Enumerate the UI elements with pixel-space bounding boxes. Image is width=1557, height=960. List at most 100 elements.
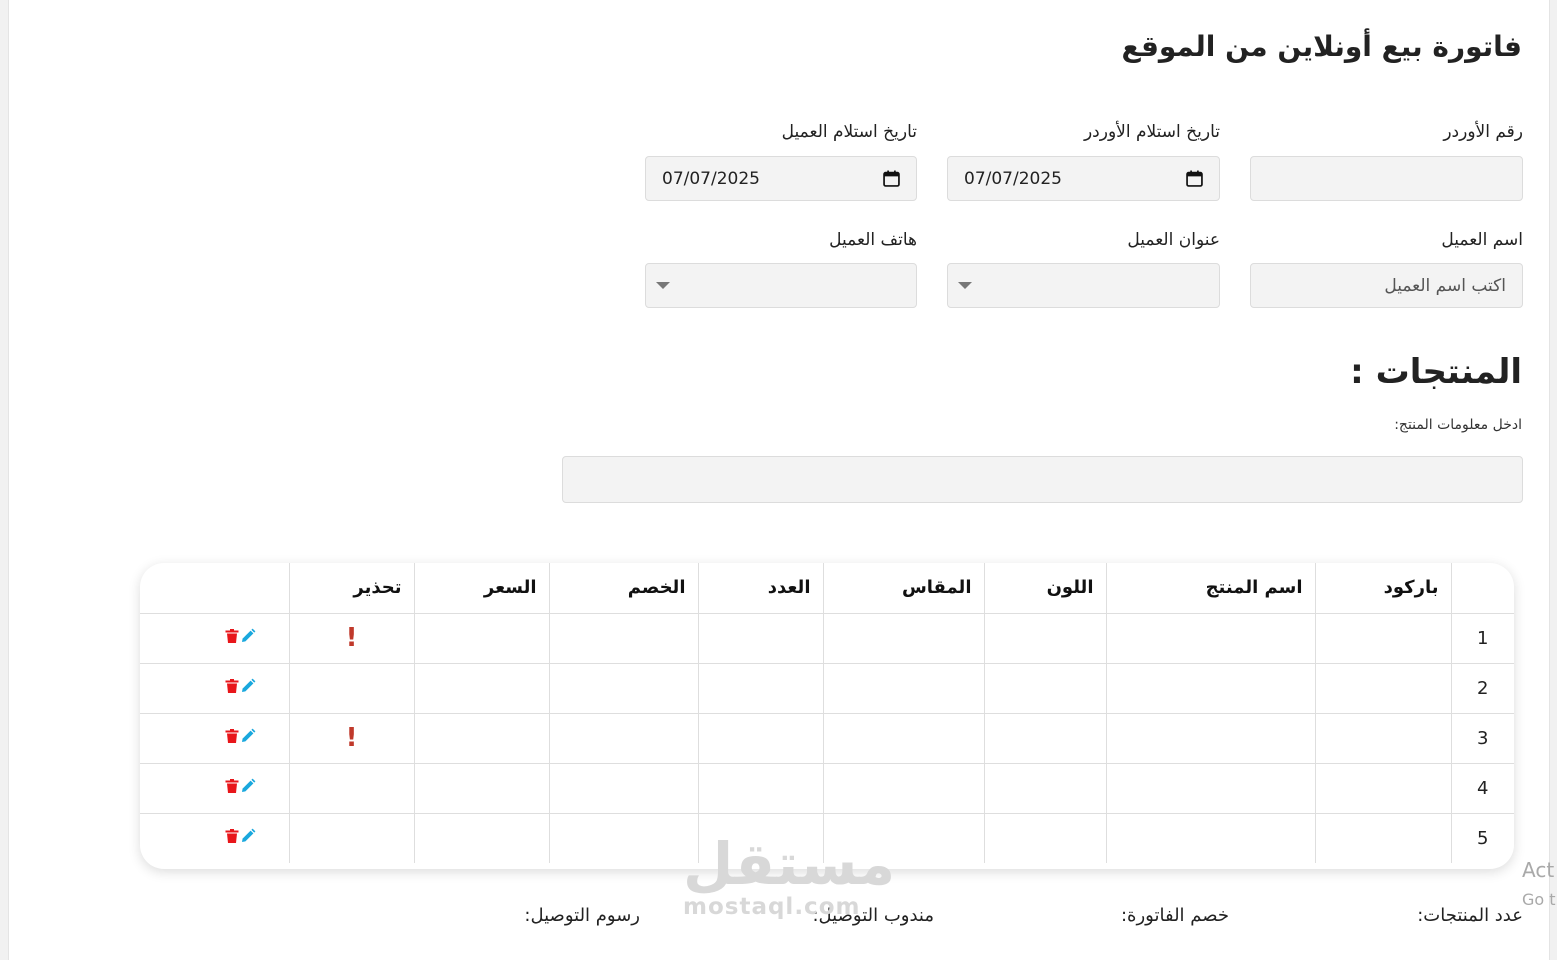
color-cell[interactable] xyxy=(983,712,1107,764)
edit-icon[interactable] xyxy=(240,778,256,799)
barcode-cell[interactable] xyxy=(1314,762,1452,814)
warning-icon: ! xyxy=(345,723,358,753)
color-cell[interactable] xyxy=(983,812,1107,863)
customer-name-label: اسم العميل xyxy=(1441,230,1523,250)
color-cell[interactable] xyxy=(983,612,1107,664)
actions-cell xyxy=(140,662,290,714)
quantity-cell[interactable] xyxy=(697,612,824,664)
price-cell[interactable] xyxy=(413,662,550,714)
product-name-cell[interactable] xyxy=(1105,612,1316,664)
order-number-label: رقم الأوردر xyxy=(1443,122,1523,142)
header-size: المقاس xyxy=(822,563,985,614)
row-index: 1 xyxy=(1450,612,1514,664)
delete-icon[interactable] xyxy=(224,778,240,799)
discount-cell[interactable] xyxy=(548,612,699,664)
row-index: 3 xyxy=(1450,712,1514,764)
header-product-name: اسم المنتج xyxy=(1105,563,1316,614)
delete-icon[interactable] xyxy=(224,728,240,749)
mostaql-watermark: مستقل mostaql.com xyxy=(683,832,895,920)
customer-name-field xyxy=(1250,263,1523,308)
table-row: 4 xyxy=(140,762,1514,814)
discount-cell[interactable] xyxy=(548,812,699,863)
header-discount: الخصم xyxy=(548,563,699,614)
delete-icon[interactable] xyxy=(224,678,240,699)
price-cell[interactable] xyxy=(413,612,550,664)
products-table: باركود اسم المنتج اللون المقاس العدد الخ… xyxy=(140,563,1514,869)
order-receive-date-label: تاريخ استلام الأوردر xyxy=(1083,122,1220,142)
actions-cell xyxy=(140,612,290,664)
row-index: 2 xyxy=(1450,662,1514,714)
calendar-icon[interactable] xyxy=(883,170,900,187)
size-cell[interactable] xyxy=(822,662,985,714)
customer-receive-date-field[interactable]: 07/07/2025 xyxy=(645,156,917,201)
barcode-cell[interactable] xyxy=(1314,712,1452,764)
customer-receive-date-label: تاريخ استلام العميل xyxy=(781,122,917,142)
quantity-cell[interactable] xyxy=(697,712,824,764)
edit-icon[interactable] xyxy=(240,678,256,699)
header-color: اللون xyxy=(983,563,1107,614)
product-name-cell[interactable] xyxy=(1105,712,1316,764)
warning-cell xyxy=(288,662,415,714)
header-index xyxy=(1450,563,1514,614)
price-cell[interactable] xyxy=(413,812,550,863)
discount-cell[interactable] xyxy=(548,762,699,814)
activation-line-2: Go t xyxy=(1522,890,1556,909)
row-index: 4 xyxy=(1450,762,1514,814)
warning-cell: ! xyxy=(288,612,415,664)
customer-phone-label: هاتف العميل xyxy=(829,230,917,250)
row-index: 5 xyxy=(1450,812,1514,863)
size-cell[interactable] xyxy=(822,712,985,764)
discount-cell[interactable] xyxy=(548,662,699,714)
table-header-row: باركود اسم المنتج اللون المقاس العدد الخ… xyxy=(140,563,1514,614)
products-count-label: عدد المنتجات: xyxy=(1417,905,1523,926)
edit-icon[interactable] xyxy=(240,828,256,849)
table-row: 2 xyxy=(140,662,1514,714)
order-receive-date-value: 07/07/2025 xyxy=(964,168,1062,189)
warning-cell: ! xyxy=(288,712,415,764)
edit-icon[interactable] xyxy=(240,728,256,749)
header-barcode: باركود xyxy=(1314,563,1452,614)
size-cell[interactable] xyxy=(822,762,985,814)
edit-icon[interactable] xyxy=(240,628,256,649)
order-number-field[interactable] xyxy=(1250,156,1523,201)
header-warning: تحذير xyxy=(288,563,415,614)
discount-cell[interactable] xyxy=(548,712,699,764)
price-cell[interactable] xyxy=(413,762,550,814)
actions-cell xyxy=(140,812,290,863)
product-info-input[interactable] xyxy=(562,456,1523,503)
product-info-hint: ادخل معلومات المنتج: xyxy=(1394,417,1522,433)
barcode-cell[interactable] xyxy=(1314,812,1452,863)
delivery-fee-label: رسوم التوصيل: xyxy=(524,905,640,926)
products-section-title: المنتجات : xyxy=(1350,352,1522,392)
order-receive-date-field[interactable]: 07/07/2025 xyxy=(947,156,1220,201)
color-cell[interactable] xyxy=(983,762,1107,814)
product-name-cell[interactable] xyxy=(1105,812,1316,863)
barcode-cell[interactable] xyxy=(1314,612,1452,664)
product-name-cell[interactable] xyxy=(1105,762,1316,814)
chevron-down-icon xyxy=(656,282,670,289)
header-price: السعر xyxy=(413,563,550,614)
chevron-down-icon xyxy=(958,282,972,289)
size-cell[interactable] xyxy=(822,612,985,664)
os-activation-overlay: Act Go t xyxy=(1522,855,1556,915)
header-actions xyxy=(140,563,290,614)
color-cell[interactable] xyxy=(983,662,1107,714)
quantity-cell[interactable] xyxy=(697,762,824,814)
page-title: فاتورة بيع أونلاين من الموقع xyxy=(1121,30,1522,63)
barcode-cell[interactable] xyxy=(1314,662,1452,714)
delete-icon[interactable] xyxy=(224,828,240,849)
price-cell[interactable] xyxy=(413,712,550,764)
warning-cell xyxy=(288,762,415,814)
product-name-cell[interactable] xyxy=(1105,662,1316,714)
calendar-icon[interactable] xyxy=(1186,170,1203,187)
actions-cell xyxy=(140,712,290,764)
delete-icon[interactable] xyxy=(224,628,240,649)
customer-address-select[interactable] xyxy=(947,263,1220,308)
customer-receive-date-value: 07/07/2025 xyxy=(662,168,760,189)
warning-icon: ! xyxy=(345,623,358,653)
quantity-cell[interactable] xyxy=(697,662,824,714)
watermark-arabic: مستقل xyxy=(683,830,896,898)
customer-name-input[interactable] xyxy=(1251,264,1522,307)
customer-phone-select[interactable] xyxy=(645,263,917,308)
invoice-discount-label: خصم الفاتورة: xyxy=(1120,905,1229,926)
